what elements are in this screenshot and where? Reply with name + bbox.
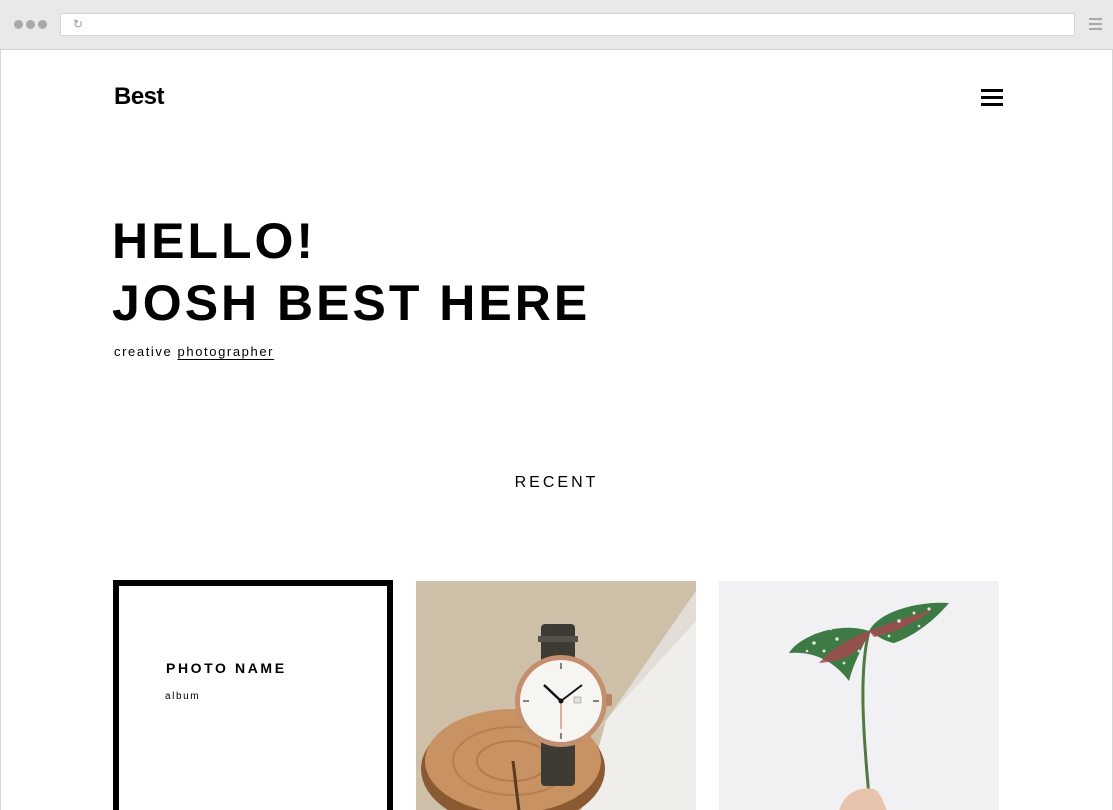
window-dot-icon [38, 20, 47, 29]
photographer-link[interactable]: photographer [178, 344, 275, 359]
address-bar[interactable]: ↻ [60, 13, 1075, 36]
watch-photo[interactable] [416, 581, 696, 810]
reload-icon[interactable]: ↻ [73, 17, 83, 31]
site-logo[interactable]: Best [114, 83, 165, 111]
hero-greeting: HELLO! [112, 213, 317, 269]
tagline-prefix: creative [114, 344, 173, 359]
hero-name: JOSH BEST HERE [112, 275, 591, 331]
photo-card-subtitle: album [165, 691, 201, 702]
browser-menu-icon[interactable] [1089, 18, 1102, 33]
browser-chrome: ↻ [0, 0, 1113, 50]
leaf-photo[interactable] [719, 581, 999, 810]
hamburger-menu-icon[interactable] [981, 89, 1003, 107]
window-dot-icon [26, 20, 35, 29]
photo-card[interactable]: PHOTO NAME album [113, 580, 393, 810]
window-dot-icon [14, 20, 23, 29]
hero-tagline: creative photographer [114, 344, 274, 360]
photo-card-title: PHOTO NAME [166, 660, 287, 676]
page-viewport: Best HELLO! JOSH BEST HERE creative phot… [0, 50, 1113, 810]
recent-heading: RECENT [514, 474, 599, 491]
